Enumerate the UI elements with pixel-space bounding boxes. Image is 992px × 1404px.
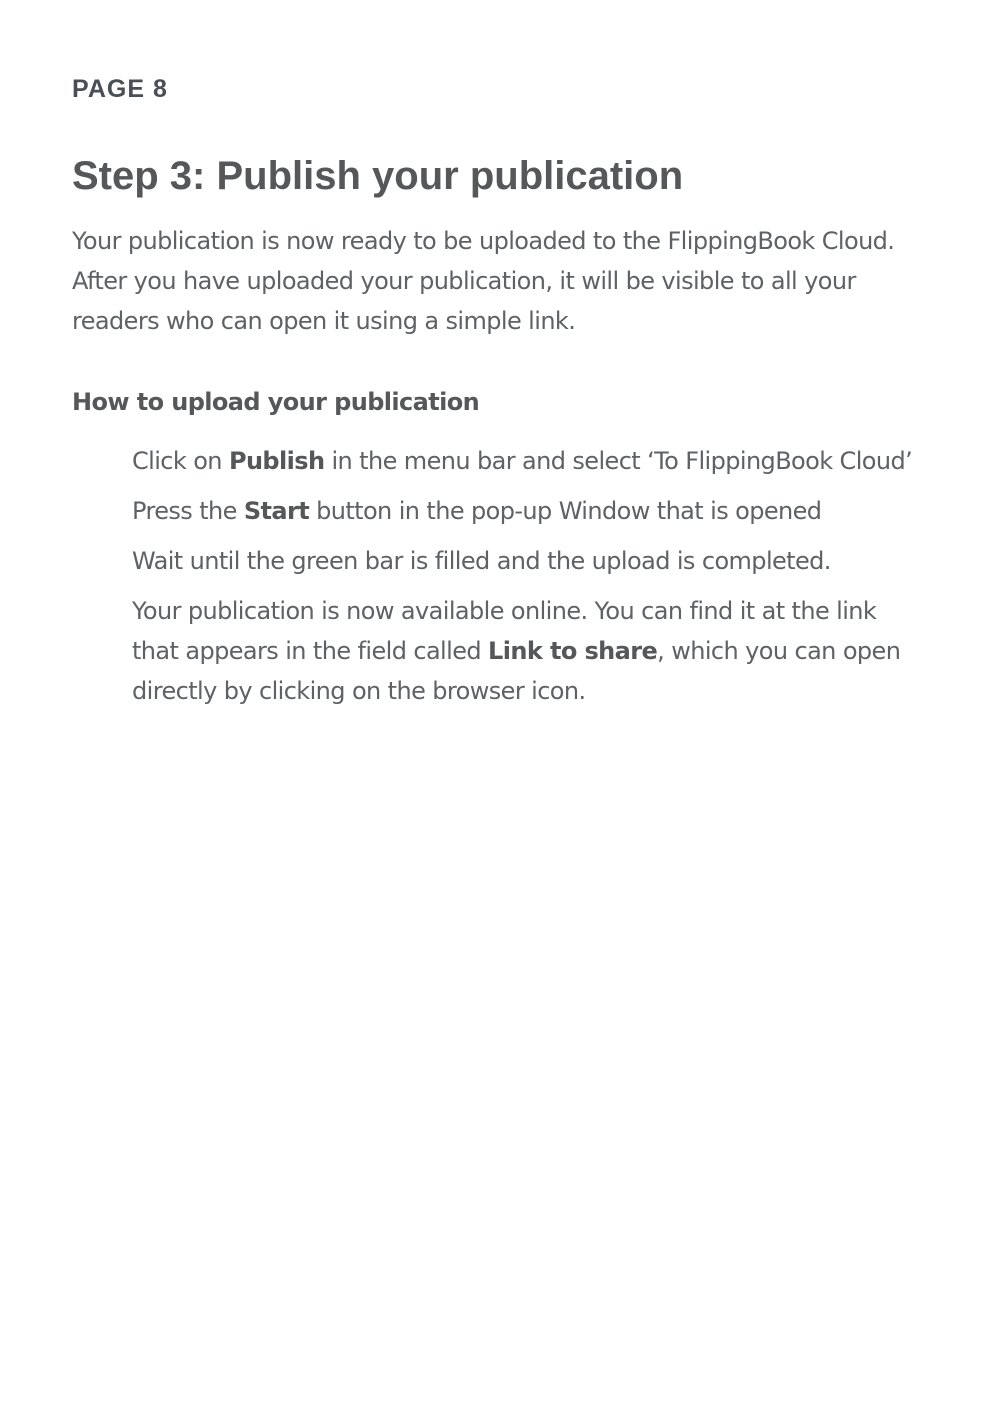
how-to-heading: How to upload your publication — [72, 388, 480, 416]
section-title: Step 3: Publish your publication — [72, 154, 684, 198]
steps-list: Click on Publish in the menu bar and sel… — [132, 441, 922, 721]
step-text: Press the — [132, 497, 244, 525]
step-bold-term: Start — [243, 497, 310, 525]
step-item-publish: Click on Publish in the menu bar and sel… — [132, 441, 922, 481]
step-item-start: Press the Start button in the pop-up Win… — [132, 491, 922, 531]
intro-paragraph: Your publication is now ready to be uplo… — [72, 227, 895, 335]
step-text: Wait until the green bar is filled and t… — [132, 547, 831, 575]
step-bold-term: Publish — [228, 447, 325, 475]
step-bold-term: Link to share — [488, 637, 658, 665]
step-text: in the menu bar and select ‘To FlippingB… — [324, 447, 913, 475]
step-text: Click on — [132, 447, 229, 475]
step-item-available: Your publication is now available online… — [132, 591, 922, 711]
step-text: button in the pop-up Window that is open… — [309, 497, 822, 525]
step-item-wait: Wait until the green bar is filled and t… — [132, 541, 922, 581]
page-number-label: PAGE 8 — [72, 75, 168, 103]
